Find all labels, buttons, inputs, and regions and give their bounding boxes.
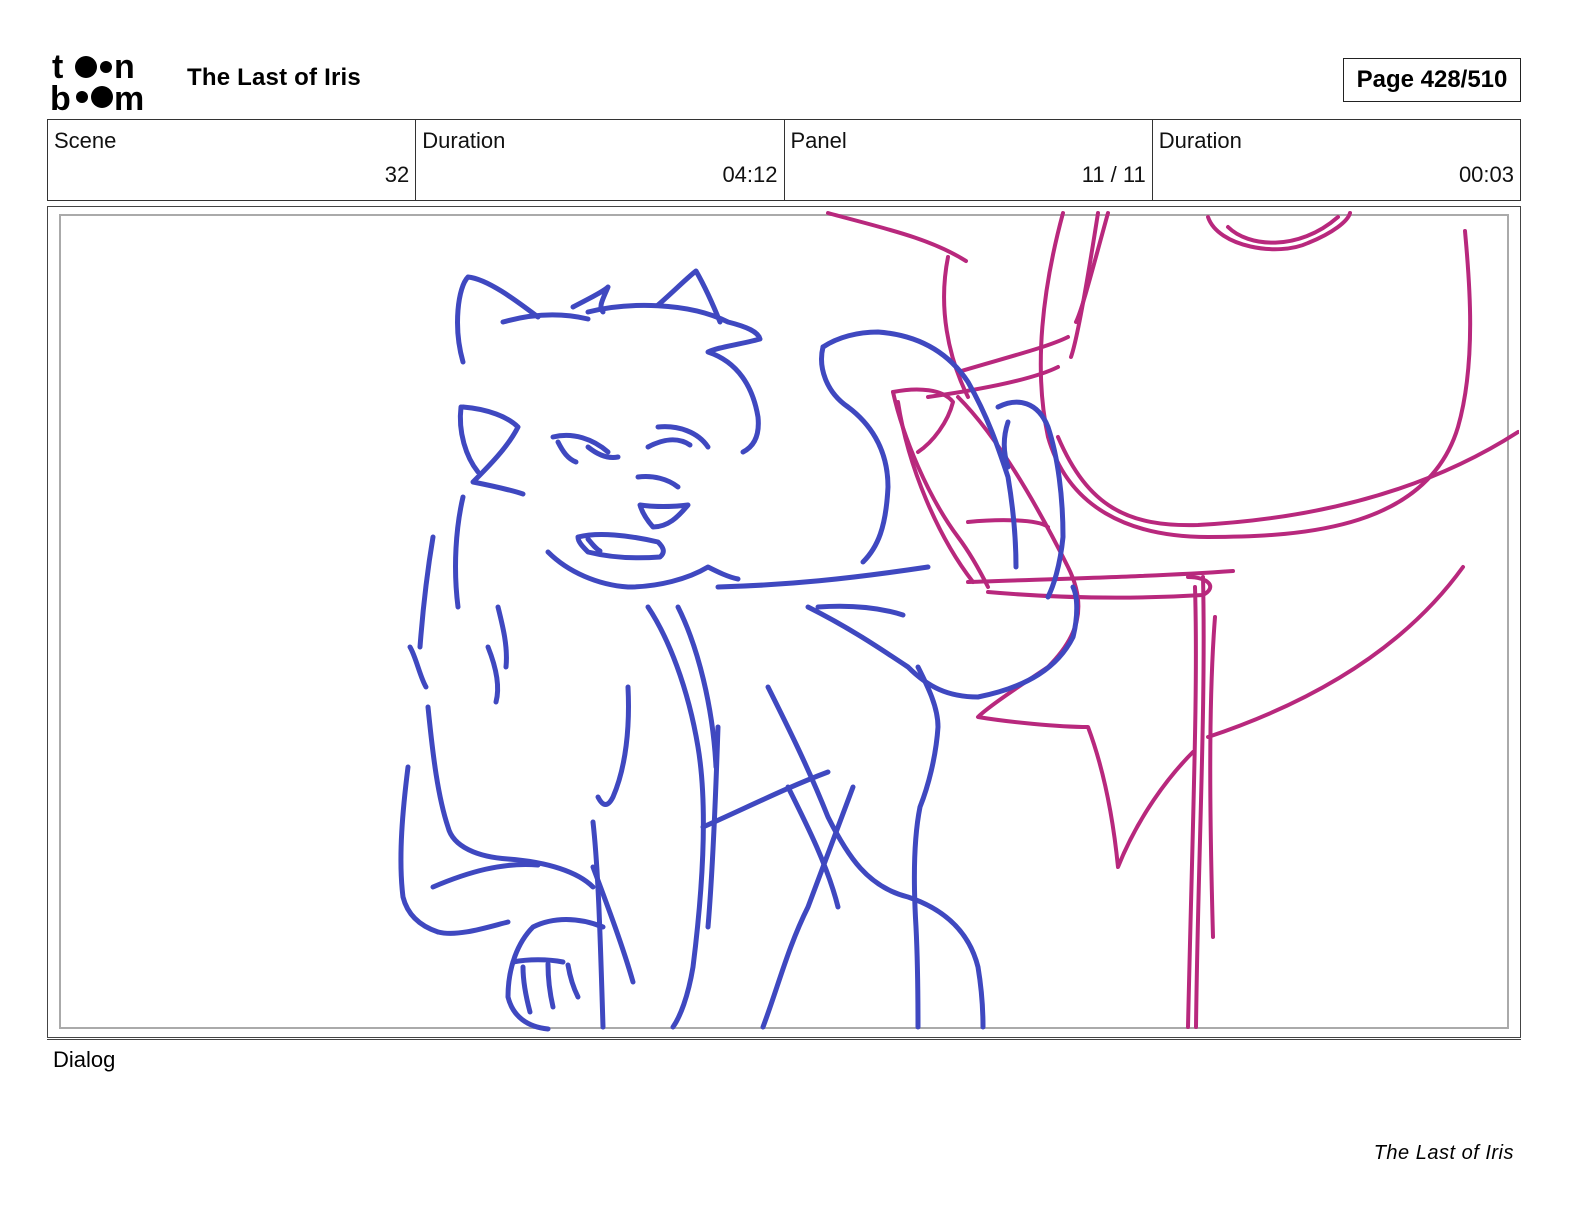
sketch-drawing xyxy=(398,211,1519,1032)
toon-boom-logo: t n b m xyxy=(50,50,166,114)
scene-info-table: Scene 32 Duration 04:12 Panel 11 / 11 Du… xyxy=(47,119,1521,201)
scene-duration-cell: Duration 04:12 xyxy=(416,120,785,200)
svg-text:b: b xyxy=(50,80,71,114)
panel-value: 11 / 11 xyxy=(1081,162,1146,187)
panel-duration-cell: Duration 00:03 xyxy=(1153,120,1520,200)
panel-divider xyxy=(47,1039,1521,1040)
storyboard-panel xyxy=(47,206,1521,1038)
scene-duration-label: Duration xyxy=(422,128,506,153)
scene-duration-value: 04:12 xyxy=(722,162,778,187)
panel-duration-value: 00:03 xyxy=(1458,162,1514,187)
panel-cell: Panel 11 / 11 xyxy=(785,120,1153,200)
dialog-label: Dialog xyxy=(53,1047,116,1072)
footer-title: The Last of Iris xyxy=(1373,1142,1514,1164)
scene-cell: Scene 32 xyxy=(48,120,417,200)
document-title: The Last of Iris xyxy=(187,64,361,91)
scene-label: Scene xyxy=(54,128,117,153)
scene-value: 32 xyxy=(384,162,410,187)
character-sketch xyxy=(398,268,1080,1032)
panel-duration-label: Duration xyxy=(1158,128,1242,153)
page-number: Page 428/510 xyxy=(1343,58,1521,102)
panel-label: Panel xyxy=(790,128,847,153)
toon-boom-logo-icon: t n b m xyxy=(50,50,144,114)
svg-text:m: m xyxy=(114,80,144,114)
